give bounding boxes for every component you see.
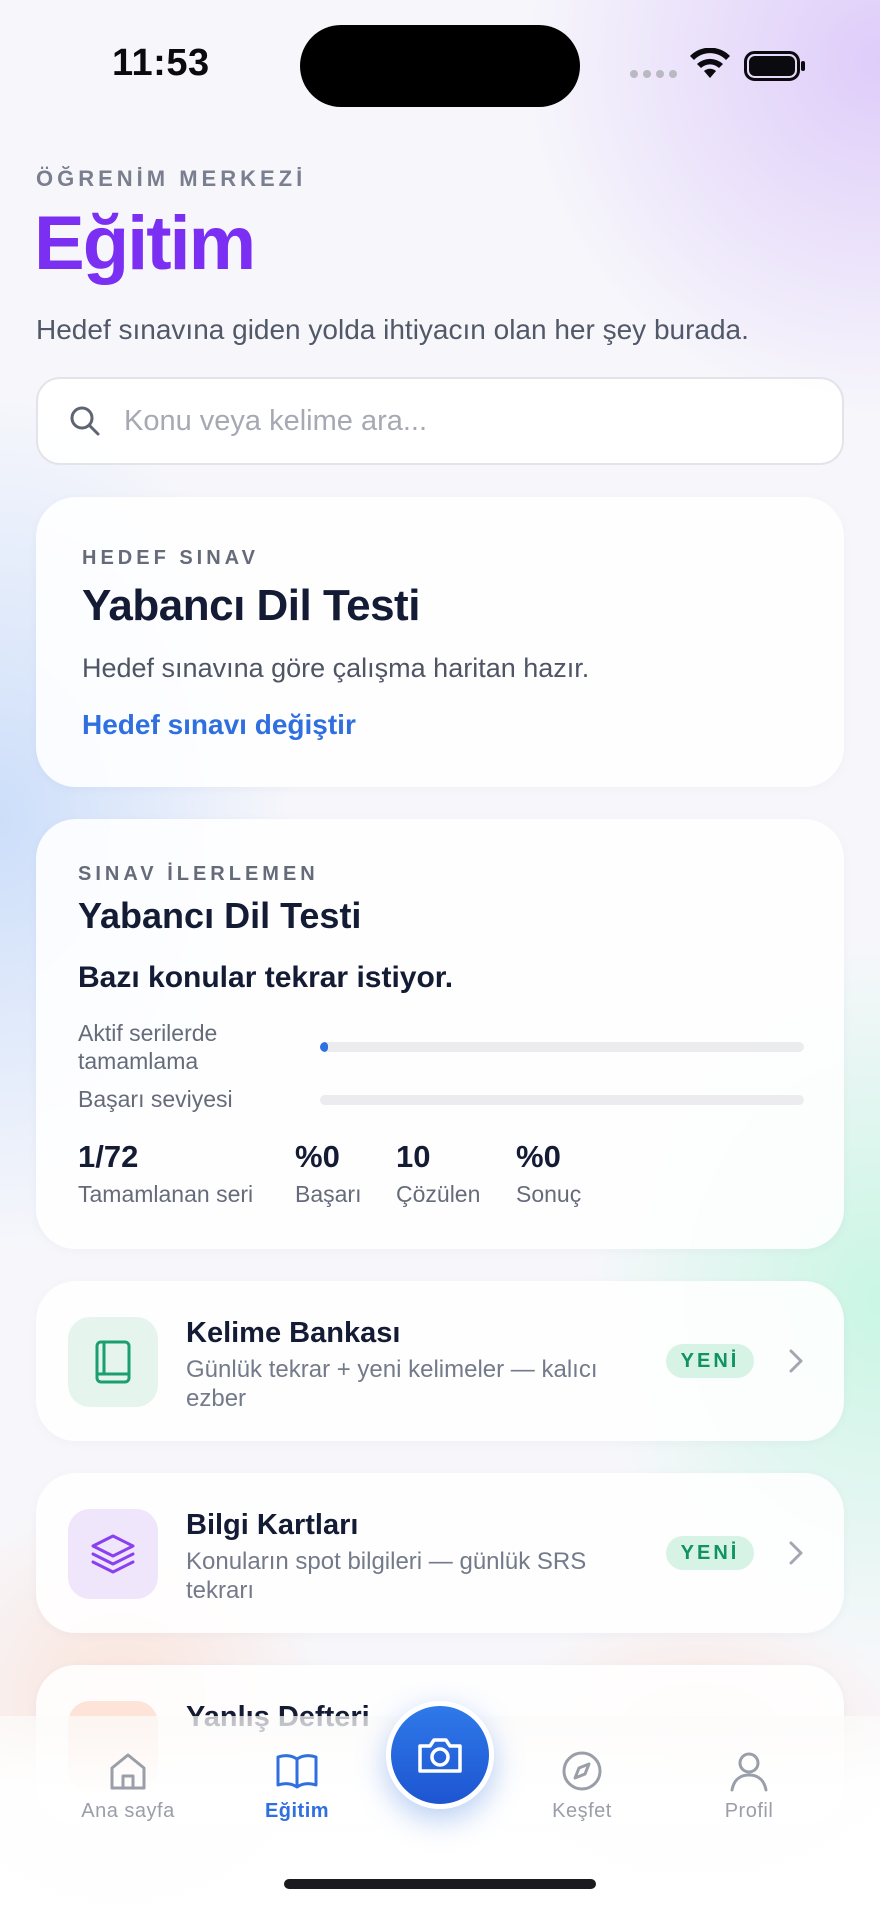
stat-solved: 10 Çözülen <box>396 1139 480 1208</box>
word-bank-icon-tile <box>68 1317 158 1407</box>
stat-value: %0 <box>516 1139 561 1174</box>
progress-note: Bazı konular tekrar istiyor. <box>78 961 454 994</box>
chevron-right-icon <box>789 1541 803 1565</box>
feature-title: Bilgi Kartları <box>186 1509 359 1541</box>
camera-icon <box>418 1738 462 1773</box>
feature-description: Konuların spot bilgileri — günlük SRS te… <box>186 1548 587 1604</box>
camera-button[interactable] <box>386 1701 494 1809</box>
feature-description: Günlük tekrar + yeni kelimeler — kalıcı … <box>186 1356 598 1412</box>
tab-label: Keşfet <box>552 1800 612 1822</box>
open-book-icon <box>276 1754 318 1789</box>
layers-icon <box>91 1534 135 1574</box>
new-badge: YENİ <box>666 1344 754 1378</box>
section-eyebrow: ÖĞRENİM MERKEZİ <box>36 166 307 191</box>
tab-profile[interactable]: Profil <box>679 1750 819 1823</box>
completion-bar-label: Aktif serilerde tamamlama <box>78 1020 218 1074</box>
tab-label: Profil <box>724 1800 774 1822</box>
tab-label: Eğitim <box>264 1800 330 1822</box>
stat-success: %0 Başarı <box>295 1139 361 1208</box>
target-exam-title: Yabancı Dil Testi <box>82 581 420 630</box>
stat-label: Tamamlanan seri <box>78 1181 254 1207</box>
compass-icon <box>562 1751 602 1791</box>
cellular-signal-icon <box>630 70 677 78</box>
search-icon <box>70 406 100 436</box>
change-target-exam-link[interactable]: Hedef sınavı değiştir <box>82 709 356 741</box>
word-bank-card[interactable]: Kelime Bankası Günlük tekrar + yeni keli… <box>36 1281 844 1441</box>
stat-completed-series: 1/72 Tamamlanan seri <box>78 1139 253 1208</box>
completion-progress-fill <box>320 1042 328 1052</box>
search-input[interactable] <box>124 404 804 438</box>
feature-title: Kelime Bankası <box>186 1317 401 1349</box>
page-title: Eğitim <box>34 201 256 286</box>
battery-icon <box>744 51 805 81</box>
book-icon <box>95 1340 131 1384</box>
chevron-right-icon <box>789 1349 803 1373</box>
stat-label: Sonuç <box>516 1181 582 1207</box>
home-icon <box>110 1753 146 1790</box>
dynamic-island <box>300 25 580 107</box>
progress-eyebrow: SINAV İLERLEMEN <box>78 863 319 885</box>
success-progress-bar <box>320 1095 804 1105</box>
wifi-icon <box>690 48 730 78</box>
target-exam-card: HEDEF SINAV Yabancı Dil Testi Hedef sına… <box>36 497 844 787</box>
completion-progress-bar <box>320 1042 804 1052</box>
new-badge: YENİ <box>666 1536 754 1570</box>
home-indicator <box>284 1879 596 1889</box>
tab-explore[interactable]: Keşfet <box>512 1750 652 1823</box>
stat-label: Çözülen <box>396 1181 481 1207</box>
target-exam-description: Hedef sınavına göre çalışma haritan hazı… <box>82 653 590 683</box>
tab-home[interactable]: Ana sayfa <box>58 1750 198 1823</box>
stat-label: Başarı <box>295 1181 362 1207</box>
status-time: 11:53 <box>112 42 210 84</box>
user-icon <box>730 1752 768 1792</box>
target-exam-eyebrow: HEDEF SINAV <box>82 547 259 569</box>
search-bar[interactable] <box>36 377 844 465</box>
tab-education[interactable]: Eğitim <box>227 1750 367 1823</box>
success-bar-label: Başarı seviyesi <box>78 1086 233 1112</box>
tab-label: Ana sayfa <box>81 1800 175 1822</box>
stat-value: %0 <box>295 1139 340 1174</box>
exam-progress-card: SINAV İLERLEMEN Yabancı Dil Testi Bazı k… <box>36 819 844 1249</box>
progress-exam-title: Yabancı Dil Testi <box>78 895 362 936</box>
flash-cards-card[interactable]: Bilgi Kartları Konuların spot bilgileri … <box>36 1473 844 1633</box>
stat-value: 1/72 <box>78 1139 139 1174</box>
stat-value: 10 <box>396 1139 431 1174</box>
flash-cards-icon-tile <box>68 1509 158 1599</box>
stat-result: %0 Sonuç <box>516 1139 581 1208</box>
page-subtitle: Hedef sınavına giden yolda ihtiyacın ola… <box>36 314 749 345</box>
